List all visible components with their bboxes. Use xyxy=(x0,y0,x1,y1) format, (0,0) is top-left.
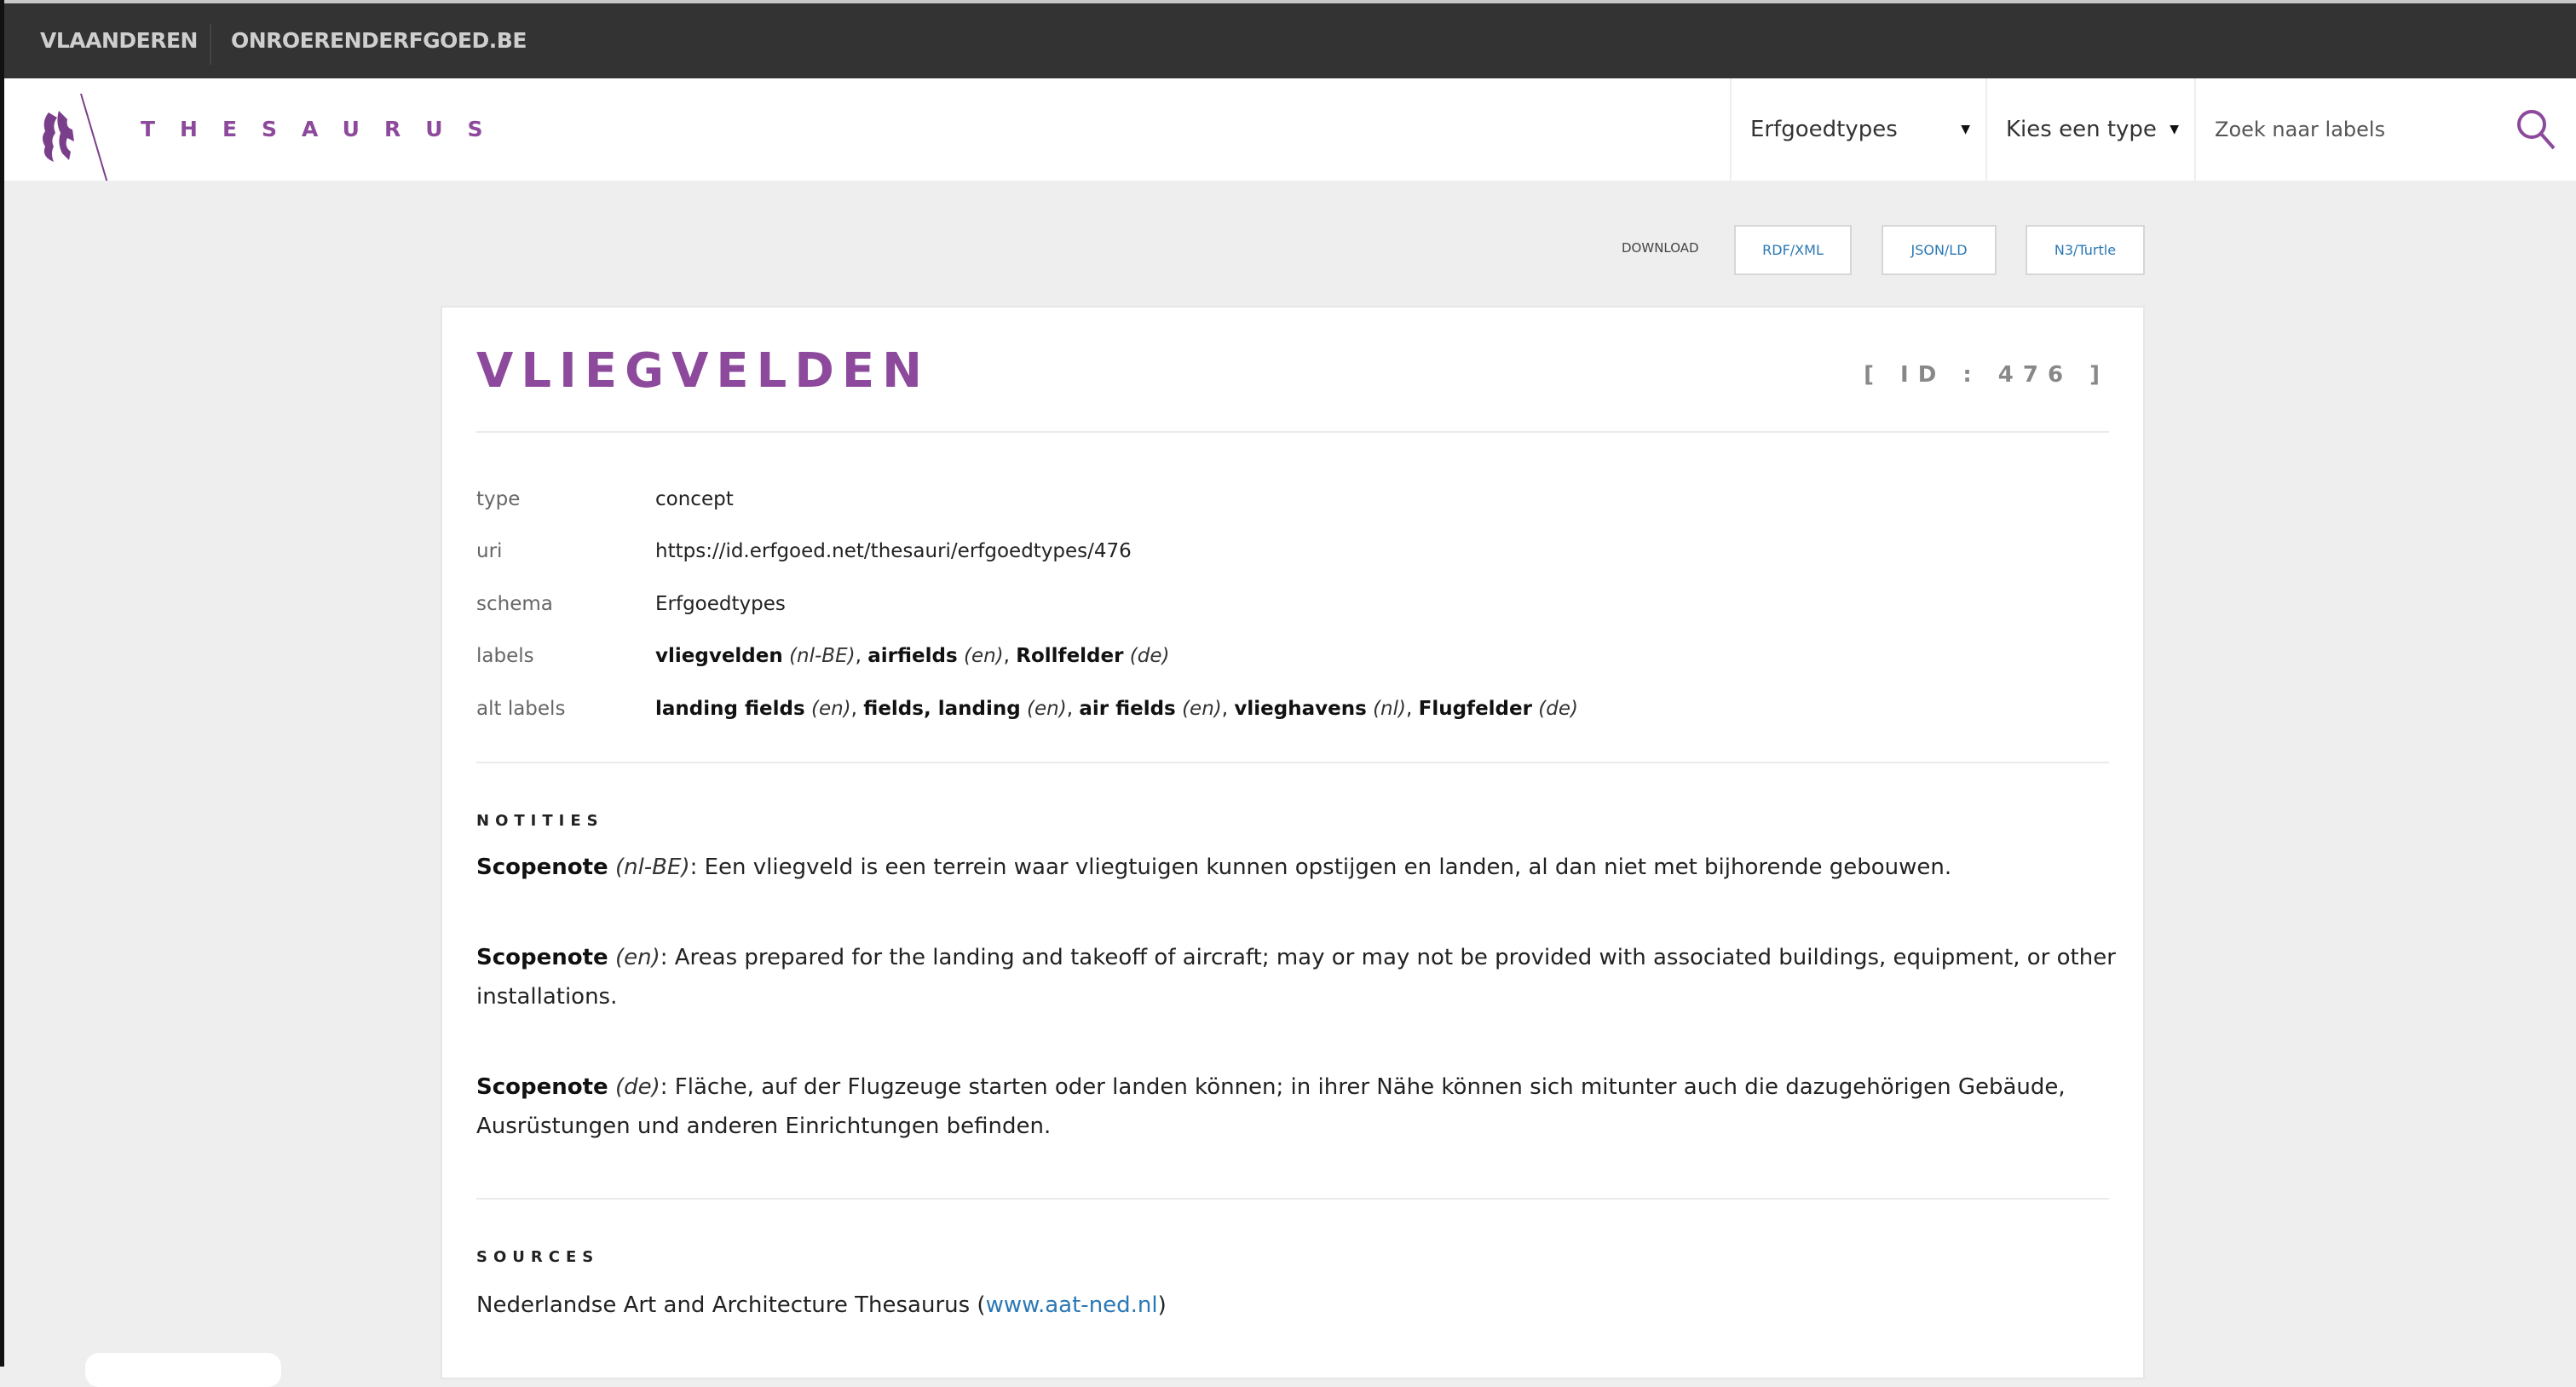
uri-link[interactable]: https://id.erfgoed.net/thesauri/erfgoedt… xyxy=(655,540,1132,562)
label-lang: (nl) xyxy=(1373,698,1406,720)
caret-down-icon: ▼ xyxy=(1961,123,1970,136)
type-dropdown-value: Kies een type xyxy=(2006,117,2157,142)
label-lang: (nl-BE) xyxy=(789,645,856,667)
source-link[interactable]: www.aat-ned.nl xyxy=(986,1292,1158,1318)
note-lang: (nl-BE) xyxy=(614,855,690,880)
field-label: schema xyxy=(476,593,553,615)
header: THESAURUS Erfgoedtypes ▼ Kies een type ▼ xyxy=(4,78,2576,181)
scheme-dropdown-value: Erfgoedtypes xyxy=(1750,117,1898,142)
divider xyxy=(476,1198,2109,1200)
notes-heading: NOTITIES xyxy=(476,812,604,830)
label: airfields xyxy=(867,645,958,667)
field-label: alt labels xyxy=(476,698,566,720)
flemish-lion-logo-icon[interactable] xyxy=(30,87,124,181)
note-lang: (en) xyxy=(614,945,660,970)
floating-widget[interactable] xyxy=(85,1353,281,1387)
type-dropdown[interactable]: Kies een type ▼ xyxy=(1985,78,2194,181)
top-bar: VLAANDEREN ONROERENDERFGOED.BE xyxy=(4,3,2576,78)
onroerenderfgoed-link[interactable]: ONROERENDERFGOED.BE xyxy=(231,3,527,78)
concept-id: [ ID : 476 ] xyxy=(1864,362,2109,388)
download-label: DOWNLOAD xyxy=(1622,240,1699,256)
label-lang: (de) xyxy=(1538,698,1578,720)
alt-label: fields, landing xyxy=(863,698,1021,720)
labels-list: vliegvelden (nl-BE), airfields (en), Rol… xyxy=(655,645,1170,667)
divider xyxy=(210,24,211,65)
note-type: Scopenote xyxy=(476,945,608,970)
label-lang: (de) xyxy=(1129,645,1170,667)
brand-title[interactable]: THESAURUS xyxy=(141,78,508,181)
vlaanderen-link[interactable]: VLAANDEREN xyxy=(40,3,198,78)
label-lang: (en) xyxy=(963,645,1004,667)
schema-link[interactable]: Erfgoedtypes xyxy=(655,593,786,615)
alt-label: vlieghavens xyxy=(1234,698,1367,720)
field-label: labels xyxy=(476,645,534,667)
alt-label: air fields xyxy=(1079,698,1176,720)
alt-label: Flugfelder xyxy=(1418,698,1532,720)
label-lang: (en) xyxy=(1182,698,1222,720)
search-box xyxy=(2194,78,2576,181)
note-type: Scopenote xyxy=(476,855,608,880)
search-input[interactable] xyxy=(2215,112,2496,147)
divider xyxy=(476,431,2109,433)
sources-heading: SOURCES xyxy=(476,1248,600,1266)
caret-down-icon: ▼ xyxy=(2170,123,2179,136)
note-type: Scopenote xyxy=(476,1074,608,1100)
field-value: concept xyxy=(655,488,734,510)
label: vliegvelden xyxy=(655,645,783,667)
window-left-edge xyxy=(0,0,4,1367)
note-lang: (de) xyxy=(614,1074,660,1100)
note-de: Scopenote (de): Fläche, auf der Flugzeug… xyxy=(476,1074,2066,1139)
note-en: Scopenote (en): Areas prepared for the l… xyxy=(476,945,2116,1010)
scheme-dropdown[interactable]: Erfgoedtypes ▼ xyxy=(1730,78,1985,181)
note-text: Een vliegveld is een terrein waar vliegt… xyxy=(704,855,1952,880)
download-n3-turtle-button[interactable]: N3/Turtle xyxy=(2026,225,2145,275)
field-label: type xyxy=(476,488,521,510)
source-entry: Nederlandse Art and Architecture Thesaur… xyxy=(476,1286,2121,1325)
note-nl-be: Scopenote (nl-BE): Een vliegveld is een … xyxy=(476,855,1952,880)
search-icon[interactable] xyxy=(2515,107,2559,152)
label-lang: (en) xyxy=(1027,698,1067,720)
source-close: ) xyxy=(1157,1292,1167,1318)
download-json-ld-button[interactable]: JSON/LD xyxy=(1882,225,1997,275)
concept-card: VLIEGVELDEN [ ID : 476 ] type concept ur… xyxy=(441,306,2145,1379)
note-text: Fläche, auf der Flugzeuge starten oder l… xyxy=(476,1074,2066,1139)
alt-label: landing fields xyxy=(655,698,805,720)
field-label: uri xyxy=(476,540,503,562)
alt-labels-list: landing fields (en), fields, landing (en… xyxy=(655,698,1578,720)
divider xyxy=(476,762,2109,763)
page-title: VLIEGVELDEN xyxy=(476,343,930,399)
source-text: Nederlandse Art and Architecture Thesaur… xyxy=(476,1292,986,1318)
label-lang: (en) xyxy=(810,698,851,720)
download-rdf-xml-button[interactable]: RDF/XML xyxy=(1734,225,1852,275)
label: Rollfelder xyxy=(1016,645,1124,667)
note-text: Areas prepared for the landing and takeo… xyxy=(476,945,2116,1010)
